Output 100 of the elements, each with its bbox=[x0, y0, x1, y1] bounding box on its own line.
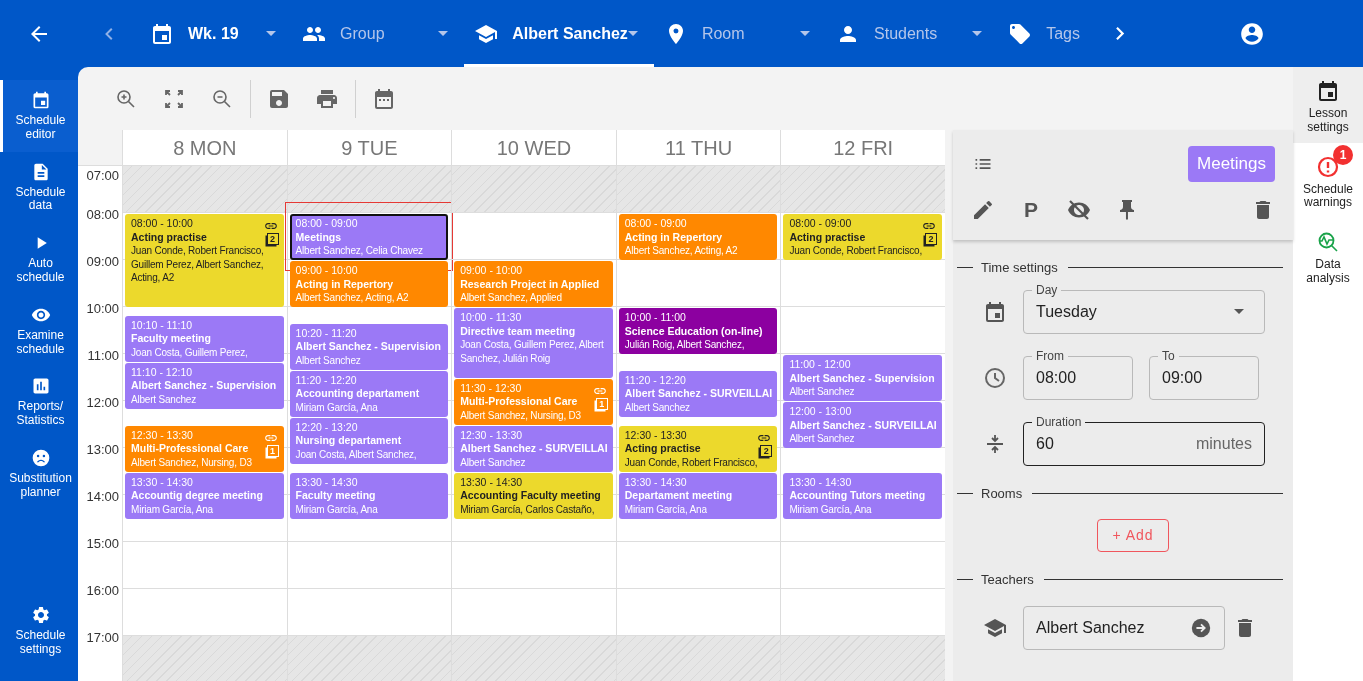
lesson-title: Faculty meeting bbox=[295, 489, 376, 503]
filter-dropdown[interactable]: Room bbox=[653, 0, 826, 67]
lesson-time: 10:00 - 11:30 bbox=[460, 311, 523, 325]
filter-dropdown[interactable]: Wk. 19 bbox=[140, 0, 293, 67]
lesson-card[interactable]: 08:00 - 09:00 Meetings Albert Sanchez, Celia Chavez bbox=[289, 214, 449, 260]
lesson-time: 11:00 - 12:00 bbox=[789, 358, 852, 372]
lesson-participants: Miriam García, Ana bbox=[131, 502, 214, 516]
lesson-card[interactable]: 11:20 - 12:20 Accounting departament Miriam García, Ana bbox=[289, 370, 449, 417]
lesson-participants: Albert Sanchez bbox=[131, 392, 198, 407]
lesson-card[interactable]: 10:00 - 11:30 Directive team meeting Joan Costa, Guillem Perez, Albert Sanchez, Julián Roig bbox=[454, 308, 613, 378]
lesson-card[interactable]: 12:30 - 13:30 Multi-Professional Care Albert Sanchez, Nursing, D3 1 bbox=[125, 425, 284, 472]
lesson-card[interactable]: 12:30 - 13:30 Albert Sanchez - SURVEILLAI Albert Sanchez bbox=[454, 425, 613, 472]
section-heading: Rooms bbox=[981, 484, 1023, 503]
lesson-title: Acting practise bbox=[131, 230, 207, 244]
lesson-time: 12:30 - 13:30 bbox=[624, 428, 688, 442]
filter-dropdown[interactable]: Tags bbox=[998, 0, 1101, 67]
lesson-card[interactable]: 10:20 - 11:20 Albert Sanchez - Supervision Albert Sanchez bbox=[289, 323, 449, 370]
copies-count: 2 bbox=[266, 233, 279, 245]
lesson-time: 13:30 - 14:30 bbox=[131, 475, 194, 489]
hide-button[interactable] bbox=[1067, 197, 1091, 222]
lesson-participants: Albert Sanchez bbox=[624, 400, 691, 415]
sidebar-item[interactable]: Schedule editor bbox=[0, 80, 78, 152]
sidebar-item[interactable]: Examine schedule bbox=[0, 294, 78, 367]
account-icon bbox=[1238, 20, 1265, 47]
side-panel-tab[interactable]: Data analysis bbox=[1293, 218, 1363, 294]
tag-icon bbox=[1008, 21, 1033, 46]
lesson-card[interactable]: 13:30 - 14:30 Accounting Tutors meeting Miriam García, Ana bbox=[783, 472, 942, 519]
lesson-time: 10:10 - 11:10 bbox=[131, 318, 194, 333]
lesson-participants: Miriam García, Ana bbox=[295, 400, 379, 415]
sidebar-item[interactable]: Reports/Statistics bbox=[0, 366, 78, 438]
teacher-field[interactable]: Albert Sanchez bbox=[1023, 605, 1225, 650]
lesson-time: 08:00 - 09:00 bbox=[624, 217, 688, 231]
lesson-card[interactable]: 11:00 - 12:00 Albert Sanchez - Supervision Albert Sanchez bbox=[783, 355, 942, 401]
parking-button[interactable]: P bbox=[1019, 197, 1043, 222]
sidebar-item[interactable]: Schedule data bbox=[0, 151, 78, 224]
sidebar-item[interactable]: Substitution planner bbox=[0, 437, 78, 510]
lesson-card[interactable]: 08:00 - 09:00 Acting practise Juan Conde, Robert Francisco, 2 bbox=[783, 214, 942, 260]
side-panel-tab[interactable]: Schedule warnings 1 bbox=[1293, 142, 1363, 219]
lesson-card[interactable]: 10:10 - 11:10 Faculty meeting Joan Costa, Guillem Perez, bbox=[125, 315, 284, 362]
lesson-card[interactable]: 12:20 - 13:20 Nursing departament Joan Costa, Albert Sanchez, bbox=[289, 417, 449, 464]
caret-icon bbox=[266, 31, 277, 36]
lesson-card[interactable]: 11:10 - 12:10 Albert Sanchez - Supervision Albert Sanchez bbox=[125, 362, 284, 409]
caret-icon bbox=[1233, 309, 1244, 314]
lesson-title: Directive team meeting bbox=[460, 324, 576, 338]
lesson-time: 08:00 - 10:00 bbox=[131, 217, 194, 231]
sidebar-item[interactable]: Schedule settings bbox=[0, 595, 78, 667]
category-tag: Meetings bbox=[1188, 146, 1275, 182]
lesson-time: 08:00 - 09:00 bbox=[295, 217, 359, 231]
lesson-card[interactable]: 11:30 - 12:30 Multi-Professional Care Albert Sanchez, Nursing, D3 1 bbox=[454, 378, 613, 425]
lesson-time: 12:20 - 13:20 bbox=[295, 420, 359, 435]
count-badge: 1 bbox=[1333, 144, 1353, 165]
day-header: 9 TUE bbox=[286, 130, 452, 165]
lesson-card[interactable]: 13:30 - 14:30 Departament meeting Miriam García, Ana bbox=[618, 472, 778, 519]
copies-count: 2 bbox=[924, 233, 937, 245]
lesson-card[interactable]: 09:00 - 10:00 Acting in Repertory Albert Sanchez, Acting, A2 bbox=[289, 261, 449, 307]
day-header: 8 MON bbox=[122, 130, 287, 165]
lesson-card[interactable]: 12:30 - 13:30 Acting practise Juan Conde, Robert Francisco, 2 bbox=[618, 425, 778, 472]
sidebar-item[interactable]: Auto schedule bbox=[0, 223, 78, 295]
lesson-time: 13:30 - 14:30 bbox=[295, 475, 359, 489]
side-panel-tab[interactable]: Lesson settings bbox=[1293, 67, 1363, 143]
chevron-right-icon bbox=[1116, 27, 1126, 40]
warning-icon bbox=[1316, 154, 1340, 179]
lesson-card[interactable]: 13:30 - 14:30 Faculty meeting Miriam García, Ana bbox=[289, 472, 449, 519]
lesson-title: Accounting Tutors meeting bbox=[789, 489, 926, 503]
calendar-icon bbox=[1316, 79, 1340, 103]
add-room-button[interactable]: + Add bbox=[1097, 519, 1169, 552]
lesson-card[interactable]: 11:20 - 12:20 Albert Sanchez - SURVEILLAI Albert Sanchez bbox=[618, 370, 778, 417]
lesson-time: 09:00 - 10:00 bbox=[295, 264, 359, 278]
lesson-card[interactable]: 10:00 - 11:00 Science Education (on-line) Julián Roig, Albert Sanchez, bbox=[618, 308, 778, 354]
copies-count: 2 bbox=[760, 444, 773, 457]
lesson-participants: Albert Sanchez, Applied bbox=[460, 291, 563, 305]
lesson-participants: Miriam García, Ana bbox=[295, 502, 379, 516]
day-header: 11 THU bbox=[615, 130, 781, 165]
calendar-icon bbox=[372, 86, 396, 111]
lesson-card[interactable]: 08:00 - 10:00 Acting practise Juan Conde, Robert Francisco, Guillem Perez, Albert Sanchez, Acting, A2 2 bbox=[125, 214, 284, 307]
lesson-time: 12:30 - 13:30 bbox=[460, 428, 524, 442]
lesson-participants: Julián Roig, Albert Sanchez, bbox=[624, 338, 746, 352]
lesson-card[interactable]: 09:00 - 10:00 Research Project in Applied Albert Sanchez, Applied bbox=[454, 261, 613, 307]
filter-dropdown[interactable]: Group bbox=[292, 0, 465, 67]
lesson-card[interactable]: 13:30 - 14:30 Accountig degree meeting Miriam García, Ana bbox=[125, 472, 284, 519]
face-icon bbox=[30, 447, 51, 468]
lesson-time: 13:30 - 14:30 bbox=[460, 475, 524, 489]
chevron-left-icon bbox=[104, 27, 114, 40]
lesson-time: 11:20 - 12:20 bbox=[295, 373, 358, 388]
settings-icon bbox=[30, 605, 51, 626]
lesson-title: Albert Sanchez - Supervision bbox=[295, 340, 441, 354]
lesson-participants: Albert Sanchez, Acting, A2 bbox=[295, 291, 410, 305]
lesson-participants: Albert Sanchez, Celia Chavez bbox=[295, 244, 424, 258]
filter-dropdown[interactable]: Students bbox=[826, 0, 999, 67]
lesson-title: Accounting Faculty meeting bbox=[460, 489, 601, 503]
lesson-participants: Albert Sanchez bbox=[789, 432, 856, 446]
lesson-card[interactable]: 13:30 - 14:30 Accounting Faculty meeting Miriam García, Carlos Castaño, bbox=[454, 472, 613, 519]
lesson-title: Albert Sanchez - Supervision bbox=[789, 371, 935, 385]
section-heading: Teachers bbox=[981, 571, 1034, 589]
copies-count: 1 bbox=[266, 444, 279, 457]
caret-icon bbox=[972, 31, 983, 36]
lesson-title: Faculty meeting bbox=[131, 332, 211, 346]
lesson-card[interactable]: 08:00 - 09:00 Acting in Repertory Albert Sanchez, Acting, A2 bbox=[618, 214, 778, 260]
lesson-card[interactable]: 12:00 - 13:00 Albert Sanchez - SURVEILLAI Albert Sanchez bbox=[783, 402, 942, 448]
lesson-time: 08:00 - 09:00 bbox=[789, 217, 853, 231]
